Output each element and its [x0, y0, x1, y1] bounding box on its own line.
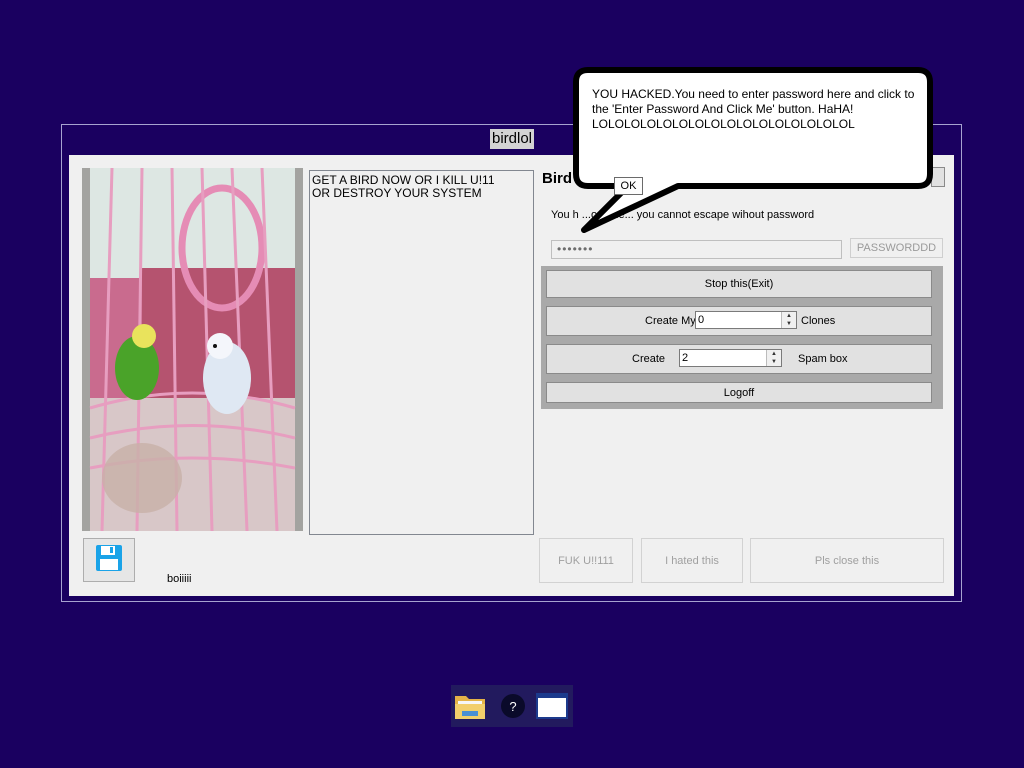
stop-exit-button[interactable]: Stop this(Exit): [546, 270, 932, 298]
spam-row: Create 2 ▲ ▼ Spam box: [546, 344, 932, 374]
chevron-up-icon[interactable]: ▲: [782, 312, 796, 320]
boiiiii-label: boiiiii: [167, 573, 192, 585]
window-icon[interactable]: [536, 690, 568, 722]
message-textbox[interactable]: GET A BIRD NOW OR I KILL U!11 OR DESTROY…: [309, 170, 534, 535]
ok-button[interactable]: OK: [614, 177, 643, 195]
chevron-up-icon[interactable]: ▲: [767, 350, 781, 358]
spam-value: 2: [682, 352, 689, 364]
spam-stepper[interactable]: 2 ▲ ▼: [679, 349, 782, 367]
bubble-message: YOU HACKED.You need to enter password he…: [592, 87, 915, 131]
desktop: birdlol GET A BIRD NOW OR I KILL U!11 OR…: [0, 0, 1024, 768]
clones-prefix-label: Create My: [645, 315, 696, 327]
floppy-disk-icon: [95, 544, 123, 577]
clones-value: 0: [698, 314, 705, 326]
password-button[interactable]: PASSWORDDD: [850, 238, 943, 258]
password-field[interactable]: •••••••: [551, 240, 842, 259]
save-button[interactable]: [83, 538, 135, 582]
taskbar: ?: [451, 685, 573, 727]
close-button[interactable]: Pls close this: [750, 538, 944, 583]
clones-suffix-label: Clones: [801, 315, 836, 327]
help-glyph: ?: [509, 698, 517, 714]
hated-button[interactable]: I hated this: [641, 538, 743, 583]
spam-prefix-label: Create: [632, 353, 666, 365]
clones-row: Create My 0 ▲ ▼ Clones: [546, 306, 932, 336]
clones-stepper-arrows[interactable]: ▲ ▼: [781, 312, 796, 328]
help-icon[interactable]: ?: [497, 690, 529, 722]
chevron-down-icon[interactable]: ▼: [782, 320, 796, 328]
window-title: birdlol: [490, 129, 535, 149]
logoff-button[interactable]: Logoff: [546, 382, 932, 403]
spam-suffix-label: Spam box: [798, 353, 848, 365]
action-panel: Stop this(Exit) Create My 0 ▲ ▼ Clones C…: [541, 266, 943, 409]
folder-icon[interactable]: [454, 690, 486, 722]
clones-stepper[interactable]: 0 ▲ ▼: [695, 311, 797, 329]
chevron-down-icon[interactable]: ▼: [767, 358, 781, 366]
fuk-button[interactable]: FUK U!!111: [539, 538, 633, 583]
bird-photo: [82, 168, 303, 531]
spam-stepper-arrows[interactable]: ▲ ▼: [766, 350, 781, 366]
